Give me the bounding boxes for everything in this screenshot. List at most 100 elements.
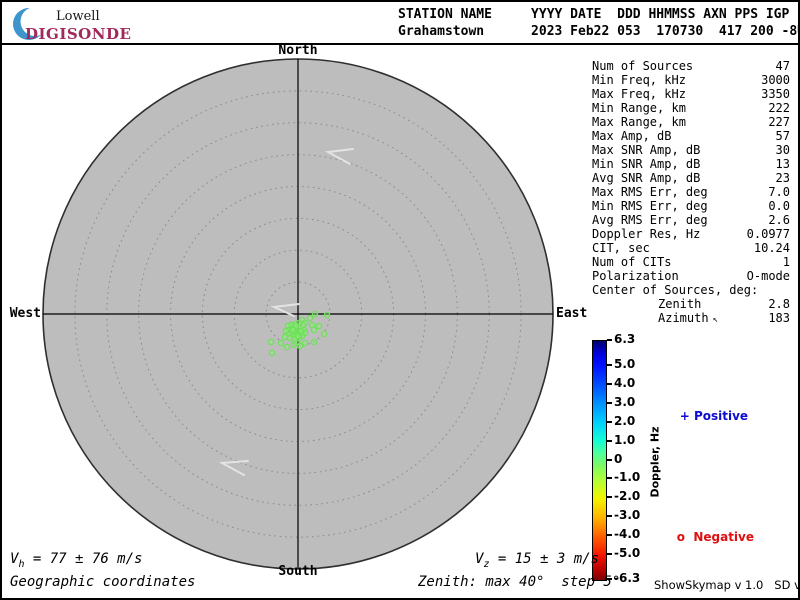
colorbar-tick-label: 1.0 (614, 432, 636, 447)
stats-row: CIT, sec 10.24 (592, 241, 790, 255)
colorbar-tick-mark (607, 401, 612, 404)
colorbar-tick-label: 3.0 (614, 394, 636, 409)
colorbar-tick-label: -4.0 (614, 527, 641, 542)
colorbar-tick-label: 4.0 (614, 375, 636, 390)
stats-label: Polarization (592, 269, 679, 283)
legend-positive: + Positive (663, 395, 748, 437)
header-station-values: Grahamstown 2023 Feb22 053 170730 417 20… (398, 24, 800, 39)
stats-value: 3000 (761, 73, 790, 87)
compass-label-north: North (278, 43, 318, 58)
colorbar-tick-label: 0 (614, 451, 623, 466)
stats-row: Avg RMS Err, deg 2.6 (592, 213, 790, 227)
stats-label: Min RMS Err, deg (592, 199, 708, 213)
stats-label: Max SNR Amp, dB (592, 143, 701, 157)
stats-value: 13 (775, 157, 790, 171)
stats-label: Max Range, km (592, 115, 686, 129)
colorbar-tick-mark (607, 439, 612, 442)
colorbar-tick-mark (607, 534, 612, 537)
echo-source-dot (268, 349, 276, 357)
vertical-velocity-readout: Vz = 15 ± 3 m/s (475, 551, 600, 570)
colorbar-title: Doppler, Hz (648, 426, 662, 498)
echo-source-dot (294, 332, 302, 340)
stats-value: 2.8 (768, 297, 790, 311)
colorbar-tick-label: -2.0 (614, 489, 641, 504)
stats-value: 1 (782, 255, 790, 269)
echo-source-dot (310, 326, 318, 334)
colorbar-gradient (592, 340, 607, 581)
stats-label: Min Freq, kHz (592, 73, 686, 87)
stats-row: Max Range, km 227 (592, 115, 790, 129)
stats-value: O-mode (746, 269, 790, 283)
legend-negative: o Negative (660, 516, 754, 558)
logo-digisonde-text: DIGISONDE (25, 25, 132, 43)
stats-value: 0.0977 (746, 227, 790, 241)
header-bar: Lowell DIGISONDE STATION NAME YYYY DATE … (2, 2, 800, 45)
stats-label: Min SNR Amp, dB (592, 157, 701, 171)
stats-value: 227 (768, 115, 790, 129)
colorbar-tick-mark (607, 339, 612, 341)
stats-label: Avg RMS Err, deg (592, 213, 708, 227)
software-version: ShowSkymap v 1.0 SD v 5.1 (654, 578, 800, 592)
stats-label: Avg SNR Amp, dB (592, 171, 701, 185)
stats-row: Zenith 2.8 (592, 297, 790, 311)
coordinate-system-note: Geographic coordinates (10, 574, 196, 590)
echo-source-dot (301, 339, 309, 347)
colorbar-tick-mark (607, 515, 612, 518)
stats-label: Azimuth ↖ (658, 311, 718, 325)
echo-source-dot (320, 330, 328, 338)
echo-source-dot (306, 314, 314, 322)
colorbar-tick-mark (607, 420, 612, 423)
colorbar-tick-mark (607, 553, 612, 556)
stats-value: 3350 (761, 87, 790, 101)
stats-value: 10.24 (753, 241, 790, 255)
echo-source-dot (311, 310, 319, 318)
legend-negative-label: Negative (693, 530, 755, 544)
stats-row: Max RMS Err, deg 7.0 (592, 185, 790, 199)
echo-source-dot (323, 311, 331, 319)
colorbar-tick-label: -5.0 (614, 546, 641, 561)
stats-row: Doppler Res, Hz 0.0977 (592, 227, 790, 241)
stats-value: 57 (775, 129, 790, 143)
stats-value: 30 (775, 143, 790, 157)
skymap-window: Lowell DIGISONDE STATION NAME YYYY DATE … (0, 0, 800, 600)
colorbar-tick-mark (607, 496, 612, 499)
echo-source-dot (310, 338, 318, 346)
stats-row: Min RMS Err, deg 0.0 (592, 199, 790, 213)
stats-label: Max RMS Err, deg (592, 185, 708, 199)
stats-label: Max Freq, kHz (592, 87, 686, 101)
stats-label: Min Range, km (592, 101, 686, 115)
stats-value: 222 (768, 101, 790, 115)
horizontal-velocity-readout: Vh = 77 ± 76 m/s (10, 551, 143, 570)
echo-source-dot (267, 338, 275, 346)
stats-value: 0.0 (768, 199, 790, 213)
colorbar-tick-label: 2.0 (614, 413, 636, 428)
azimuth-direction-icon: ↖ (712, 315, 718, 325)
echo-source-dot (281, 333, 289, 341)
stats-row: Num of Sources 47 (592, 59, 790, 73)
header-column-labels: STATION NAME YYYY DATE DDD HHMMSS AXN PP… (398, 7, 790, 22)
colorbar-tick-label: -3.0 (614, 508, 641, 523)
stats-row: Min SNR Amp, dB 13 (592, 157, 790, 171)
echo-source-dot (277, 339, 285, 347)
colorbar-tick-label: -1.0 (614, 470, 641, 485)
stats-row: Polarization O-mode (592, 269, 790, 283)
colorbar-tick-mark (607, 477, 612, 480)
logo-lowell-text: Lowell (56, 9, 100, 24)
stats-label: Num of Sources (592, 59, 694, 73)
stats-row: Azimuth ↖ 183 (592, 311, 790, 327)
stats-label: Zenith (658, 297, 702, 311)
echo-source-dot (286, 334, 294, 342)
colorbar-tick-mark (607, 458, 612, 461)
plus-marker-icon: + (679, 409, 690, 423)
colorbar-tick-mark (607, 382, 612, 385)
zenith-range-note: Zenith: max 40° step 5° (418, 574, 621, 590)
stats-label: CIT, sec (592, 241, 650, 255)
circle-marker-icon: o (676, 530, 685, 544)
stats-row: Num of CITs 1 (592, 255, 790, 269)
echo-source-dot (297, 327, 305, 335)
stats-label: Num of CITs (592, 255, 672, 269)
stats-value: 183 (768, 311, 790, 325)
stats-row: Min Freq, kHz 3000 (592, 73, 790, 87)
stats-row: Max SNR Amp, dB 30 (592, 143, 790, 157)
echo-source-dot (283, 343, 291, 351)
